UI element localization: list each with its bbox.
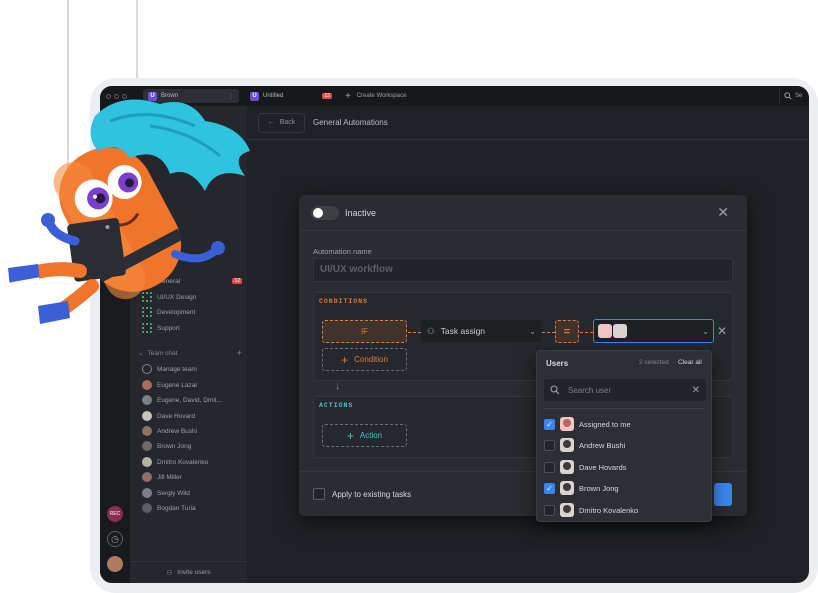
invite-users-button[interactable]: ⚇ Invite users <box>130 561 247 583</box>
chevron-down-icon: ⌄ <box>702 326 709 336</box>
avatar <box>560 460 574 474</box>
mascot-illustration <box>7 99 250 324</box>
users-icon: ⚇ <box>427 325 435 336</box>
create-workspace-label: Create Workspace <box>356 93 407 99</box>
connector-line <box>580 332 593 333</box>
list-item[interactable]: ✓ Brown Jong <box>544 479 704 497</box>
avatar <box>142 426 152 436</box>
tab-unread-badge: 12 <box>322 93 332 99</box>
sidebar-item-person[interactable]: Jill Miller <box>142 472 242 482</box>
list-item[interactable]: Dmitro Kovalenko <box>544 501 704 519</box>
main-header: ← Back General Automations <box>247 106 809 140</box>
avatar <box>142 380 152 390</box>
remove-condition-icon[interactable]: ✕ <box>717 325 727 337</box>
avatar <box>142 472 152 482</box>
user-avatar[interactable] <box>107 556 123 572</box>
list-item[interactable]: Dave Hovards <box>544 458 704 476</box>
search-label: Se <box>795 93 803 99</box>
dropdown-title: Users <box>546 359 569 368</box>
avatar <box>560 438 574 452</box>
avatar <box>142 441 152 451</box>
modal-header: Inactive ✕ <box>299 195 747 231</box>
checkbox[interactable] <box>544 461 555 473</box>
automation-name-label: Automation name <box>313 247 372 256</box>
automation-name-field[interactable]: UI/UX workflow <box>313 258 733 282</box>
chevron-down-icon: ⌄ <box>138 350 144 357</box>
sidebar-item-person[interactable]: Sergiy Wild <box>142 488 242 498</box>
user-value-select[interactable]: ⌄ <box>593 319 714 343</box>
team-chat-section[interactable]: ⌄ Team chat + <box>138 348 242 358</box>
avatar <box>613 324 627 338</box>
arrow-down-icon: ↓ <box>335 380 341 392</box>
team-icon <box>142 364 152 374</box>
add-condition-button[interactable]: + Condition <box>322 348 407 371</box>
recording-badge[interactable]: REC <box>107 506 123 522</box>
checkbox[interactable] <box>544 439 555 451</box>
toggle-knob <box>313 208 323 218</box>
chevron-down-icon: ⌄ <box>529 326 536 336</box>
save-button[interactable] <box>714 483 732 506</box>
sidebar-item-person[interactable]: Bogdan Turia <box>142 503 242 513</box>
avatar <box>142 488 152 498</box>
clear-search-icon[interactable]: ✕ <box>692 385 700 396</box>
conditions-title: CONDITIONS <box>319 298 369 305</box>
users-dropdown: Users 2 selected Clear all Search user ✕… <box>536 350 712 522</box>
operator-block[interactable]: = <box>555 320 579 343</box>
apply-existing-checkbox[interactable] <box>313 488 325 500</box>
sidebar-item-person[interactable]: Dmitro Kovalenko <box>142 457 242 467</box>
if-block[interactable]: IF <box>322 320 407 343</box>
plus-icon: + <box>341 352 349 367</box>
plus-icon: + <box>345 90 351 102</box>
list-item[interactable]: ✓ Assigned to me <box>544 415 704 433</box>
plus-icon: + <box>346 428 354 443</box>
avatar <box>142 503 152 513</box>
checkbox[interactable] <box>544 504 555 516</box>
avatar <box>142 411 152 421</box>
sidebar-item-person[interactable]: Dave Hovard <box>142 411 242 421</box>
sidebar-item-person[interactable]: Brown Jong <box>142 441 242 451</box>
search-placeholder: Search user <box>568 385 612 395</box>
avatar <box>560 481 574 495</box>
search-icon <box>550 385 560 395</box>
clear-all-button[interactable]: Clear all <box>678 359 702 366</box>
avatar <box>142 457 152 467</box>
active-toggle[interactable] <box>311 206 339 220</box>
connector-line <box>408 332 421 333</box>
avatar <box>560 417 574 431</box>
sidebar-item-person[interactable]: Eugene, David, Dmit... <box>142 395 242 405</box>
checkbox-checked[interactable]: ✓ <box>544 482 555 494</box>
add-user-icon: ⚇ <box>166 569 173 577</box>
user-search-input[interactable]: Search user ✕ <box>544 379 706 401</box>
avatar <box>598 324 612 338</box>
sidebar-item-person[interactable]: Andrew Bushi <box>142 426 242 436</box>
global-search[interactable]: Se <box>779 88 809 104</box>
sidebar-item-manage-team[interactable]: Manage team <box>142 364 242 374</box>
add-chat-plus-icon[interactable]: + <box>237 348 242 358</box>
list-item[interactable]: Andrew Bushi <box>544 436 704 454</box>
divider <box>544 408 704 409</box>
breadcrumb: General Automations <box>313 118 388 127</box>
close-icon[interactable]: ✕ <box>717 205 729 219</box>
avatar <box>560 503 574 517</box>
avatar <box>142 395 152 405</box>
add-action-button[interactable]: + Action <box>322 424 407 447</box>
create-workspace-button[interactable]: + Create Workspace <box>345 91 406 102</box>
apply-existing-label: Apply to existing tasks <box>332 490 412 499</box>
connector-line <box>542 332 555 333</box>
clock-icon[interactable]: ◷ <box>107 531 123 547</box>
status-label: Inactive <box>345 208 377 218</box>
checkbox-checked[interactable]: ✓ <box>544 418 555 430</box>
search-icon <box>784 92 792 100</box>
selected-count: 2 selected <box>639 359 669 366</box>
task-trigger-select[interactable]: ⚇ Task assign ⌄ <box>421 320 542 342</box>
sidebar-item-person[interactable]: Eugene Lazar <box>142 380 242 390</box>
actions-title: ACTIONS <box>319 402 354 409</box>
